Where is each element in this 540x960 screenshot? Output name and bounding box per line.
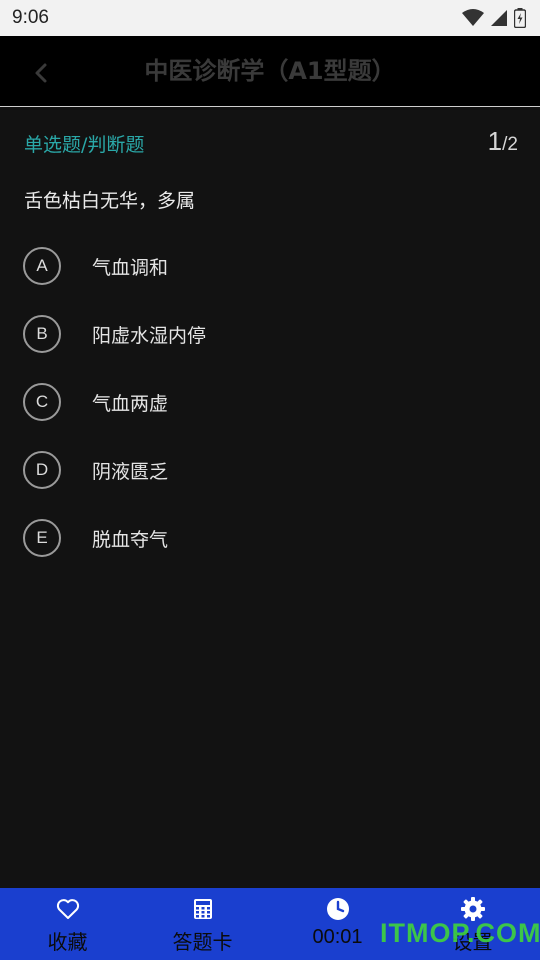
timer-label: 00:01 <box>312 926 363 948</box>
signal-icon <box>491 10 507 26</box>
watermark: ITMOP.COM <box>380 918 540 948</box>
option-letter: D <box>23 451 61 489</box>
favorite-button[interactable]: 收藏 <box>0 888 135 960</box>
option-letter: A <box>23 247 61 285</box>
battery-icon <box>514 8 526 28</box>
question-type-label: 单选题/判断题 <box>24 134 145 156</box>
option-a[interactable]: A 气血调和 <box>22 245 522 313</box>
favorite-label: 收藏 <box>47 930 88 954</box>
grid-icon <box>193 899 212 919</box>
option-text: 脱血夺气 <box>92 529 169 551</box>
option-letter: B <box>23 315 61 353</box>
clock-icon <box>326 898 349 920</box>
option-text: 气血调和 <box>92 257 169 279</box>
title-bar: 中医诊断学（A1型题） <box>0 36 540 107</box>
option-e[interactable]: E 脱血夺气 <box>22 517 522 585</box>
back-button[interactable] <box>24 56 58 90</box>
status-time: 9:06 <box>12 7 49 28</box>
option-c[interactable]: C 气血两虚 <box>22 381 522 449</box>
question-current: 1 <box>487 126 503 156</box>
answer-card-button[interactable]: 答题卡 <box>135 888 270 960</box>
status-icons <box>462 8 526 28</box>
option-b[interactable]: B 阳虚水湿内停 <box>22 313 522 381</box>
answer-options: A 气血调和 B 阳虚水湿内停 C 气血两虚 D 阴液匮乏 E 脱血夺气 <box>22 245 522 585</box>
option-d[interactable]: D 阴液匮乏 <box>22 449 522 517</box>
status-bar: 9:06 <box>0 0 540 36</box>
question-counter: 1/2 <box>488 126 518 157</box>
heart-icon <box>56 899 79 919</box>
question-total: 2 <box>507 134 518 155</box>
option-text: 气血两虚 <box>92 393 169 415</box>
option-letter: E <box>23 519 61 557</box>
wifi-icon <box>462 9 484 26</box>
option-text: 阳虚水湿内停 <box>92 325 207 347</box>
chevron-left-icon <box>35 63 47 83</box>
answer-card-label: 答题卡 <box>172 930 233 954</box>
page-title: 中医诊断学（A1型题） <box>144 57 396 85</box>
option-letter: C <box>23 383 61 421</box>
question-stem: 舌色枯白无华，多属 <box>24 190 196 212</box>
option-text: 阴液匮乏 <box>92 461 169 483</box>
